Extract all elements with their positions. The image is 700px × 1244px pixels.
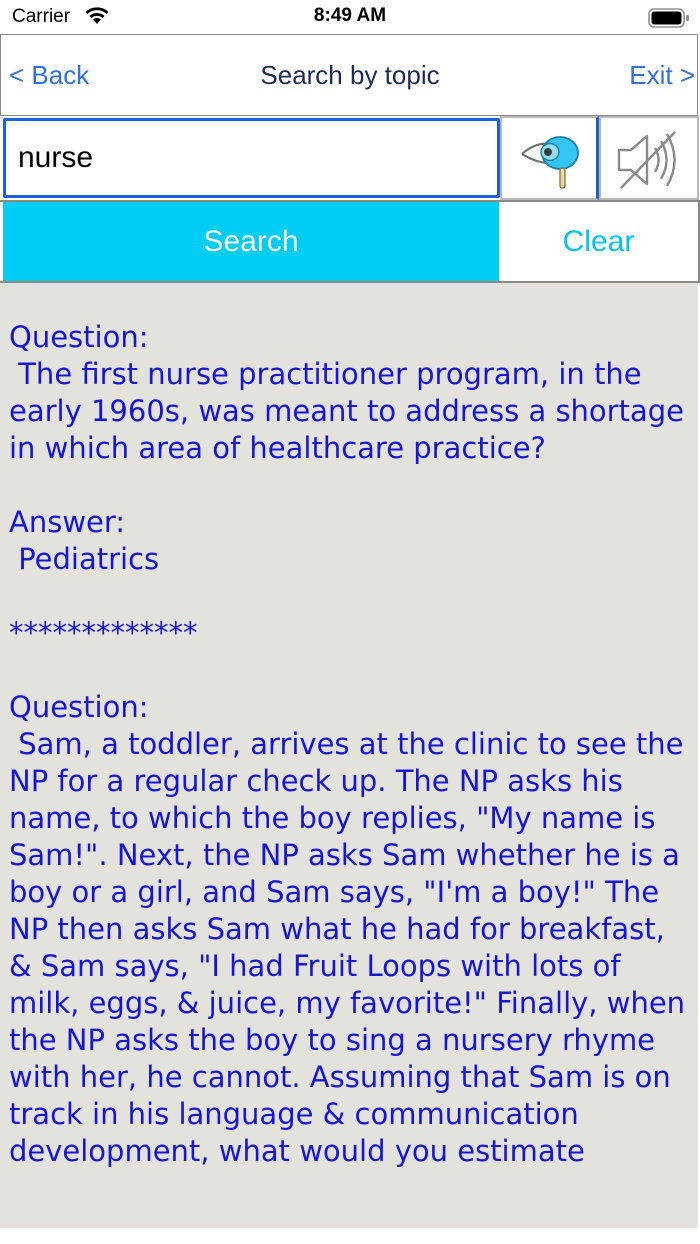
speaker-muted-icon xyxy=(617,131,676,189)
bottom-strip xyxy=(0,1228,700,1244)
voice-search-button[interactable] xyxy=(500,116,599,200)
search-button[interactable]: Search xyxy=(3,202,499,281)
action-row: Search Clear xyxy=(0,200,700,283)
mute-button[interactable] xyxy=(599,116,699,200)
search-row xyxy=(0,116,700,200)
exit-button[interactable]: Exit > xyxy=(629,60,695,91)
results-panel[interactable]: Question: The first nurse practitioner p… xyxy=(0,283,698,1228)
results-text: Question: The first nurse practitioner p… xyxy=(9,320,686,1168)
microphone-icon xyxy=(521,136,579,189)
clear-button[interactable]: Clear xyxy=(499,202,700,281)
status-bar: Carrier 8:49 AM xyxy=(0,0,700,34)
status-time: 8:49 AM xyxy=(313,5,387,26)
page-title: Search by topic xyxy=(260,60,440,90)
search-input[interactable] xyxy=(3,118,500,198)
navigation-bar: < Back Search by topic Exit > xyxy=(0,34,698,116)
battery-icon xyxy=(648,8,690,32)
